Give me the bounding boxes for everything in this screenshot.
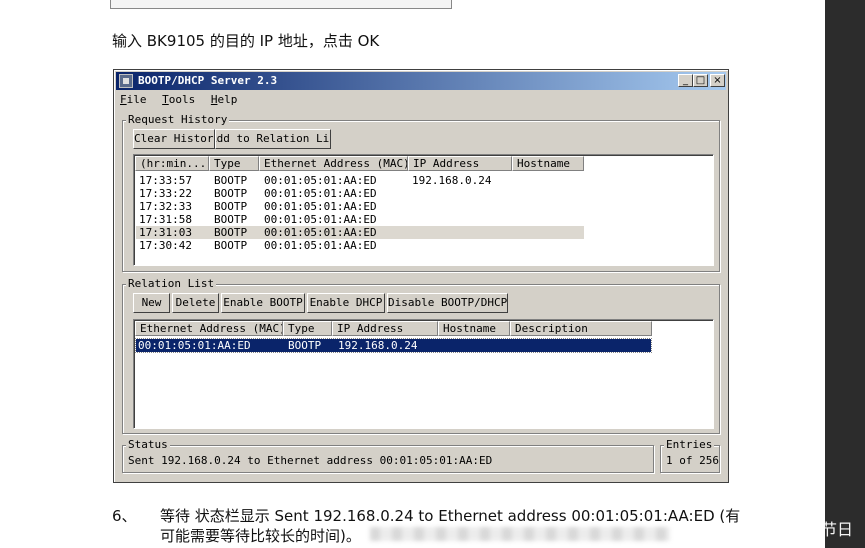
dark-side-strip [825, 0, 865, 548]
new-button[interactable]: New [133, 293, 170, 313]
close-button[interactable]: × [710, 74, 725, 87]
maximize-button[interactable]: □ [693, 74, 708, 87]
previous-figure-edge [110, 0, 452, 9]
column-header-hostname[interactable]: Hostname [438, 321, 510, 336]
column-header-mac[interactable]: Ethernet Address (MAC) [259, 156, 408, 171]
minimize-button[interactable]: _ [678, 74, 693, 87]
column-header-mac[interactable]: Ethernet Address (MAC) [135, 321, 283, 336]
entries-value: 1 of 256 [666, 454, 719, 467]
menu-tools[interactable]: Tools [162, 93, 195, 106]
redacted-area [370, 527, 670, 541]
status-label: Status [126, 438, 170, 451]
column-header-time[interactable]: (hr:min... [135, 156, 209, 171]
step-text-line2: 可能需要等待比较长的时间)。 [160, 527, 361, 545]
list-item[interactable]: 17:30:42 BOOTP 00:01:05:01:AA:ED [136, 239, 584, 252]
column-header-type[interactable]: Type [283, 321, 332, 336]
list-item-highlighted[interactable]: 17:31:03 BOOTP 00:01:05:01:AA:ED [136, 226, 584, 239]
enable-dhcp-button[interactable]: Enable DHCP [307, 293, 385, 313]
column-header-ip[interactable]: IP Address [332, 321, 438, 336]
step-number: 6、 [112, 507, 137, 525]
watermark: CSDN @光怪陆离的节日 [674, 520, 853, 539]
relation-list-label: Relation List [126, 277, 217, 290]
title-bar[interactable]: BOOTP/DHCP Server 2.3 _ □ × [116, 72, 726, 90]
bootp-dhcp-window: BOOTP/DHCP Server 2.3 _ □ × File Tools H… [113, 69, 729, 483]
add-to-relation-list-button[interactable]: Add to Relation List [215, 129, 331, 149]
list-item[interactable]: 17:33:57 BOOTP 00:01:05:01:AA:ED 192.168… [136, 174, 584, 187]
relation-list[interactable]: Ethernet Address (MAC) Type IP Address H… [133, 319, 714, 429]
request-history-label: Request History [126, 113, 230, 126]
enable-bootp-button[interactable]: Enable BOOTP [221, 293, 305, 313]
clear-history-button[interactable]: Clear History [133, 129, 215, 149]
list-item-selected[interactable]: 00:01:05:01:AA:ED BOOTP 192.168.0.24 [135, 338, 652, 353]
menu-file[interactable]: File [120, 93, 147, 106]
step-text-line1: 等待 状态栏显示 Sent 192.168.0.24 to Ethernet a… [160, 507, 741, 525]
menu-bar: File Tools Help [120, 93, 246, 109]
column-header-hostname[interactable]: Hostname [512, 156, 584, 171]
column-header-description[interactable]: Description [510, 321, 652, 336]
column-header-ip[interactable]: IP Address [408, 156, 512, 171]
window-title: BOOTP/DHCP Server 2.3 [138, 74, 278, 87]
list-item[interactable]: 17:32:33 BOOTP 00:01:05:01:AA:ED [136, 200, 584, 213]
column-header-type[interactable]: Type [209, 156, 259, 171]
menu-help[interactable]: Help [211, 93, 238, 106]
list-item[interactable]: 17:33:22 BOOTP 00:01:05:01:AA:ED [136, 187, 584, 200]
instruction-text: 输入 BK9105 的目的 IP 地址，点击 OK [112, 32, 380, 50]
delete-button[interactable]: Delete [172, 293, 219, 313]
list-item[interactable]: 17:31:58 BOOTP 00:01:05:01:AA:ED [136, 213, 584, 226]
status-text: Sent 192.168.0.24 to Ethernet address 00… [128, 454, 493, 467]
app-icon [119, 74, 133, 88]
request-history-list[interactable]: (hr:min... Type Ethernet Address (MAC) I… [133, 154, 714, 266]
disable-bootp-dhcp-button[interactable]: Disable BOOTP/DHCP [387, 293, 508, 313]
entries-label: Entries [664, 438, 715, 451]
